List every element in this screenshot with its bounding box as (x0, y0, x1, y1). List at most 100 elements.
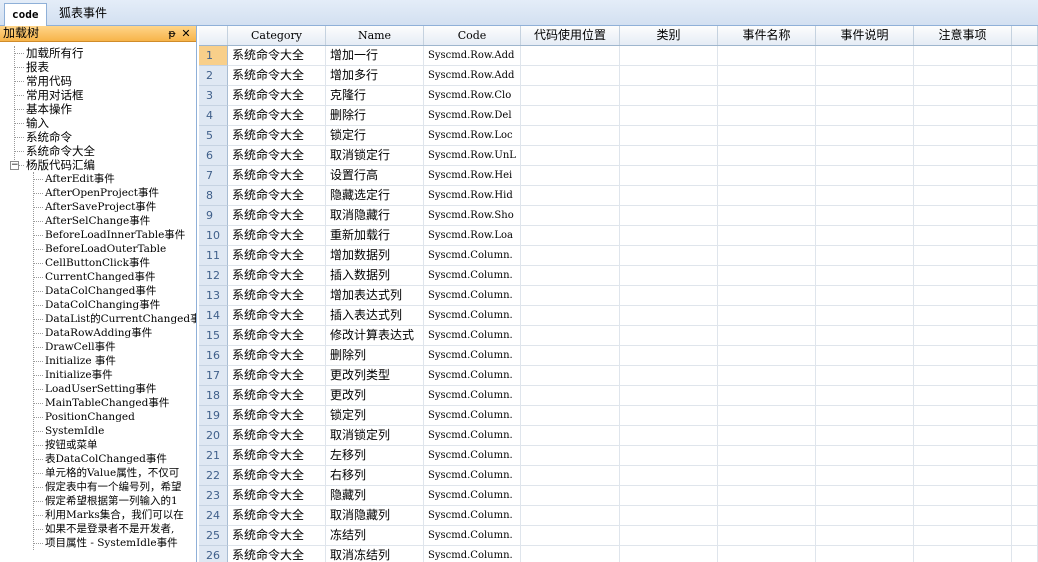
name-cell[interactable]: 取消锁定行 (326, 146, 424, 166)
grid-cell[interactable] (1012, 366, 1038, 386)
row-number[interactable]: 18 (199, 386, 228, 406)
name-cell[interactable]: 克隆行 (326, 86, 424, 106)
table-row[interactable]: 3 系统命令大全 克隆行 Syscmd.Row.Clo (199, 86, 1038, 106)
grid-cell[interactable] (1012, 46, 1038, 66)
grid-cell[interactable] (1012, 106, 1038, 126)
row-number[interactable]: 1 (199, 46, 228, 66)
grid-cell[interactable] (1012, 326, 1038, 346)
tree-child-node[interactable]: 表DataColChanged事件 (0, 452, 196, 466)
grid-cell[interactable] (620, 486, 718, 506)
grid-cell[interactable] (914, 306, 1012, 326)
tree-child-node[interactable]: DataRowAdding事件 (0, 326, 196, 340)
grid-cell[interactable] (1012, 406, 1038, 426)
category-cell[interactable]: 系统命令大全 (228, 226, 326, 246)
tree-child-node[interactable]: MainTableChanged事件 (0, 396, 196, 410)
grid-cell[interactable] (620, 66, 718, 86)
grid-cell[interactable] (1012, 526, 1038, 546)
category-cell[interactable]: 系统命令大全 (228, 46, 326, 66)
grid-cell[interactable] (521, 486, 620, 506)
code-cell[interactable]: Syscmd.Column. (424, 406, 521, 426)
name-cell[interactable]: 隐藏列 (326, 486, 424, 506)
name-cell[interactable]: 增加一行 (326, 46, 424, 66)
code-cell[interactable]: Syscmd.Row.UnL (424, 146, 521, 166)
grid-cell[interactable] (816, 46, 914, 66)
row-number[interactable]: 10 (199, 226, 228, 246)
grid-cell[interactable] (620, 406, 718, 426)
tree-child-node[interactable]: Initialize事件 (0, 368, 196, 382)
header-filler[interactable] (1012, 26, 1038, 45)
grid-cell[interactable] (816, 246, 914, 266)
tree-child-node[interactable]: 项目属性 - SystemIdle事件 (0, 536, 196, 550)
grid-cell[interactable] (521, 406, 620, 426)
grid-cell[interactable] (718, 246, 816, 266)
grid-cell[interactable] (521, 326, 620, 346)
tree-child-node[interactable]: 假定希望根据第一列输入的1 (0, 494, 196, 508)
category-cell[interactable]: 系统命令大全 (228, 126, 326, 146)
grid-cell[interactable] (718, 366, 816, 386)
table-row[interactable]: 16 系统命令大全 删除列 Syscmd.Column. (199, 346, 1038, 366)
code-cell[interactable]: Syscmd.Row.Hei (424, 166, 521, 186)
tree-node[interactable]: 基本操作 (0, 102, 196, 116)
tree-child-node[interactable]: 假定表中有一个编号列，希望 (0, 480, 196, 494)
grid-cell[interactable] (521, 386, 620, 406)
table-row[interactable]: 11 系统命令大全 增加数据列 Syscmd.Column. (199, 246, 1038, 266)
grid-cell[interactable] (816, 166, 914, 186)
row-number[interactable]: 24 (199, 506, 228, 526)
table-row[interactable]: 20 系统命令大全 取消锁定列 Syscmd.Column. (199, 426, 1038, 446)
tree-node[interactable]: − 杨版代码汇编 (0, 158, 196, 172)
name-cell[interactable]: 增加数据列 (326, 246, 424, 266)
code-cell[interactable]: Syscmd.Row.Loc (424, 126, 521, 146)
grid-cell[interactable] (718, 526, 816, 546)
header-usage-location[interactable]: 代码使用位置 (521, 26, 620, 45)
grid-cell[interactable] (1012, 546, 1038, 562)
tree-child-node[interactable]: PositionChanged (0, 410, 196, 424)
table-row[interactable]: 13 系统命令大全 增加表达式列 Syscmd.Column. (199, 286, 1038, 306)
grid-cell[interactable] (521, 506, 620, 526)
grid-cell[interactable] (816, 326, 914, 346)
category-cell[interactable]: 系统命令大全 (228, 146, 326, 166)
grid-cell[interactable] (620, 246, 718, 266)
category-cell[interactable]: 系统命令大全 (228, 326, 326, 346)
grid-cell[interactable] (718, 86, 816, 106)
row-number[interactable]: 23 (199, 486, 228, 506)
grid-cell[interactable] (521, 286, 620, 306)
grid-cell[interactable] (816, 146, 914, 166)
row-number[interactable]: 8 (199, 186, 228, 206)
code-cell[interactable]: Syscmd.Column. (424, 266, 521, 286)
row-number[interactable]: 20 (199, 426, 228, 446)
collapse-icon[interactable]: − (10, 161, 19, 170)
code-cell[interactable]: Syscmd.Column. (424, 546, 521, 562)
name-cell[interactable]: 插入表达式列 (326, 306, 424, 326)
category-cell[interactable]: 系统命令大全 (228, 526, 326, 546)
code-cell[interactable]: Syscmd.Column. (424, 446, 521, 466)
grid-cell[interactable] (521, 466, 620, 486)
table-row[interactable]: 12 系统命令大全 插入数据列 Syscmd.Column. (199, 266, 1038, 286)
grid-cell[interactable] (1012, 446, 1038, 466)
tree-node[interactable]: 系统命令 (0, 130, 196, 144)
name-cell[interactable]: 增加多行 (326, 66, 424, 86)
grid-cell[interactable] (914, 126, 1012, 146)
name-cell[interactable]: 删除列 (326, 346, 424, 366)
tree-child-node[interactable]: DataColChanging事件 (0, 298, 196, 312)
grid-cell[interactable] (1012, 346, 1038, 366)
name-cell[interactable]: 隐藏选定行 (326, 186, 424, 206)
header-category[interactable]: Category (228, 26, 326, 45)
table-row[interactable]: 19 系统命令大全 锁定列 Syscmd.Column. (199, 406, 1038, 426)
grid-cell[interactable] (914, 146, 1012, 166)
tree-child-node[interactable]: DataColChanged事件 (0, 284, 196, 298)
name-cell[interactable]: 取消隐藏列 (326, 506, 424, 526)
grid-cell[interactable] (718, 486, 816, 506)
category-cell[interactable]: 系统命令大全 (228, 406, 326, 426)
table-row[interactable]: 18 系统命令大全 更改列 Syscmd.Column. (199, 386, 1038, 406)
grid-cell[interactable] (620, 86, 718, 106)
grid-cell[interactable] (521, 146, 620, 166)
grid-cell[interactable] (718, 266, 816, 286)
grid-cell[interactable] (816, 526, 914, 546)
tree-child-node[interactable]: DrawCell事件 (0, 340, 196, 354)
grid-cell[interactable] (1012, 226, 1038, 246)
grid-cell[interactable] (521, 46, 620, 66)
tree-child-node[interactable]: SystemIdle (0, 424, 196, 438)
grid-cell[interactable] (1012, 286, 1038, 306)
name-cell[interactable]: 修改计算表达式 (326, 326, 424, 346)
table-row[interactable]: 6 系统命令大全 取消锁定行 Syscmd.Row.UnL (199, 146, 1038, 166)
